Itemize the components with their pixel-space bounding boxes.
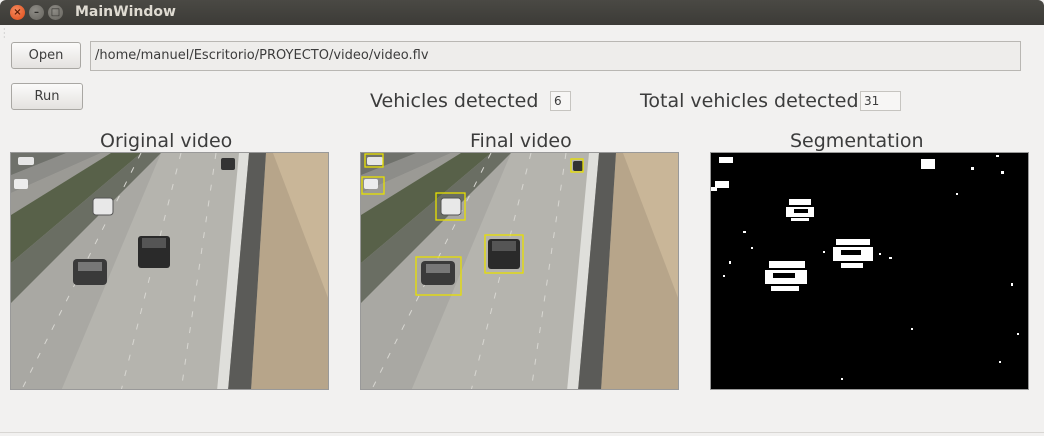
final-video-frame	[360, 152, 679, 390]
original-highway-image	[11, 153, 328, 389]
open-button[interactable]: Open	[11, 42, 81, 69]
original-video-frame	[10, 152, 329, 390]
original-video-title: Original video	[100, 130, 233, 152]
total-vehicles-value: 31	[860, 91, 901, 111]
final-video-title: Final video	[470, 130, 572, 152]
run-button[interactable]: Run	[11, 83, 83, 110]
segmentation-mask-image	[711, 153, 1028, 389]
vehicles-detected-label: Vehicles detected	[370, 90, 539, 112]
title-bar: × – □ MainWindow	[0, 0, 1044, 25]
segmentation-frame	[710, 152, 1029, 390]
window-title: MainWindow	[75, 4, 176, 20]
close-window-button[interactable]: ×	[10, 5, 25, 20]
maximize-window-button[interactable]: □	[48, 5, 63, 20]
status-bar-divider	[0, 432, 1044, 433]
toolbar-grip[interactable]: · · ·	[3, 26, 6, 42]
segmentation-title: Segmentation	[790, 130, 924, 152]
vehicles-detected-value: 6	[550, 91, 571, 111]
minimize-window-button[interactable]: –	[29, 5, 44, 20]
video-path-field[interactable]: /home/manuel/Escritorio/PROYECTO/video/v…	[90, 41, 1021, 71]
final-highway-image	[361, 153, 678, 389]
total-vehicles-label: Total vehicles detected	[640, 90, 859, 112]
